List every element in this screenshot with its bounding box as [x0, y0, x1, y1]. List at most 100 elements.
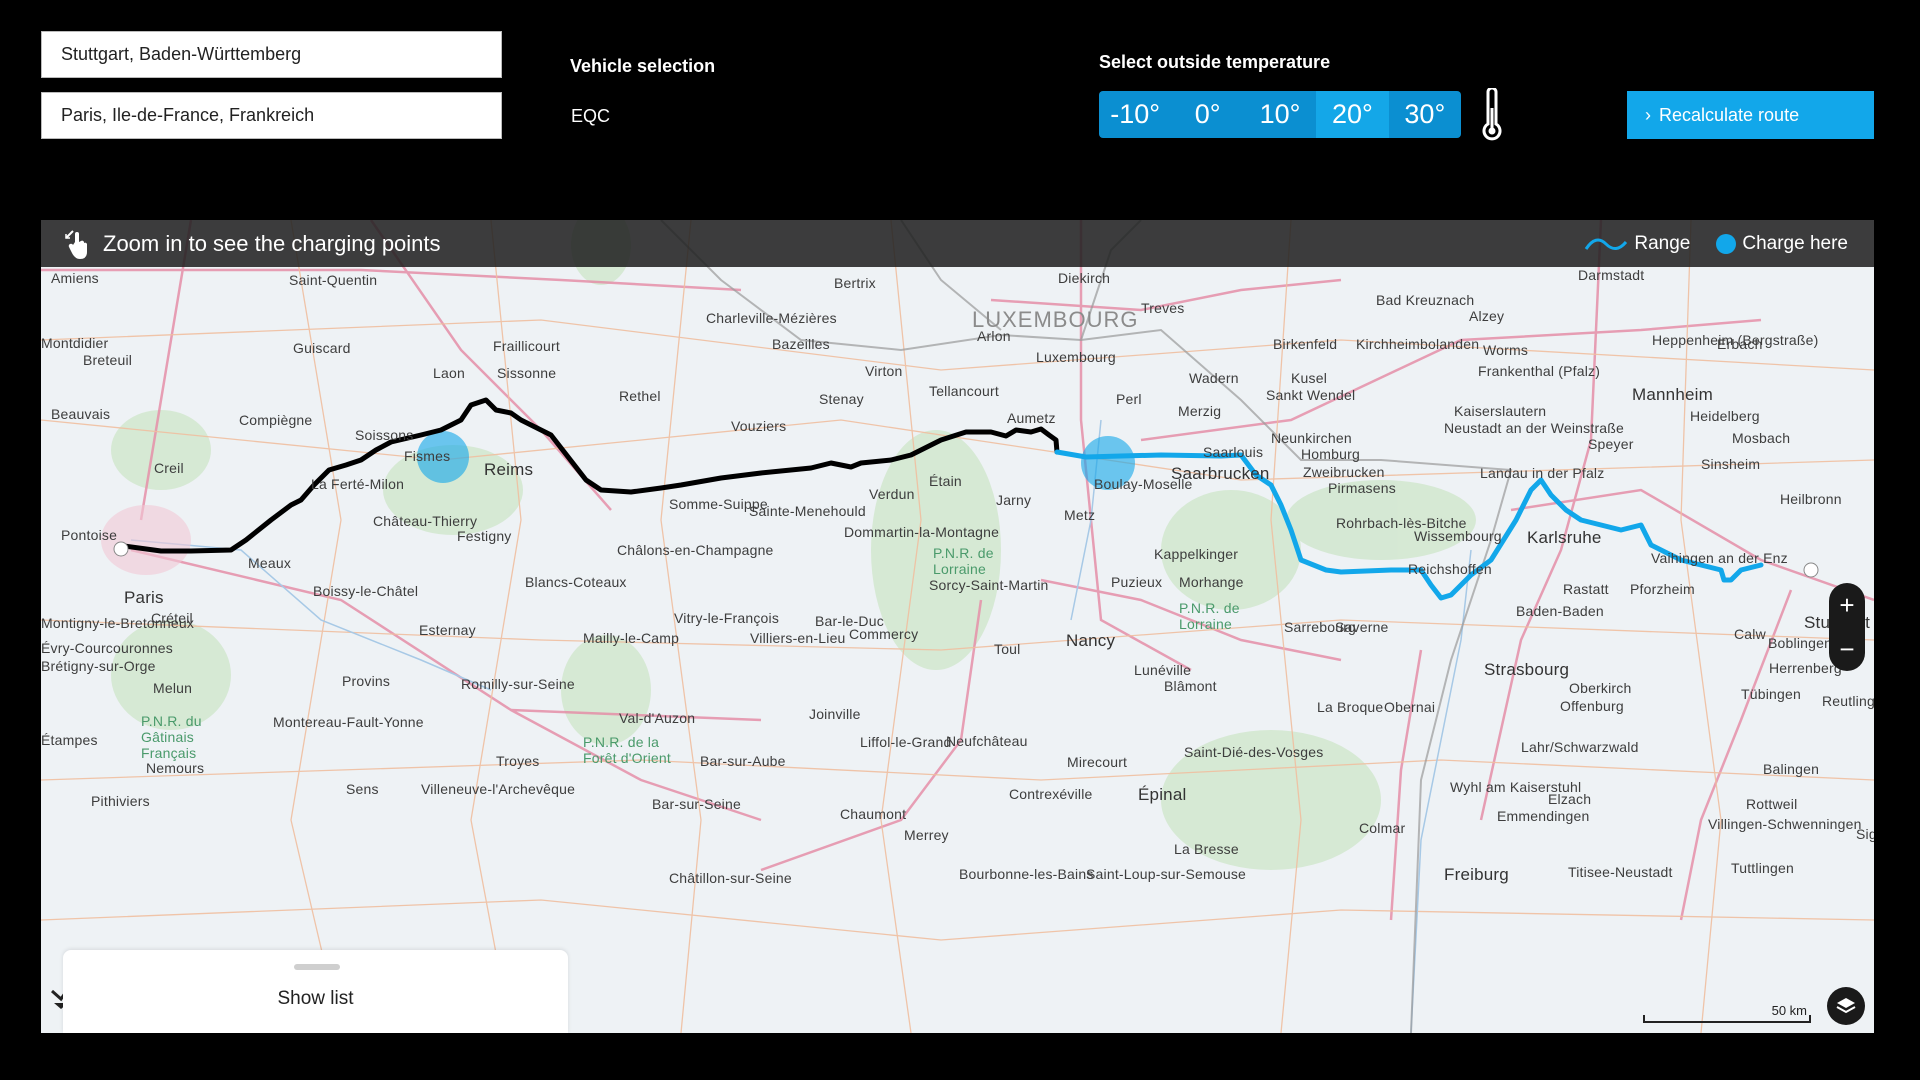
map-place-label: Esternay	[419, 622, 476, 638]
map-place-label: Perl	[1116, 391, 1142, 407]
map-park-label: P.N.R. du Gâtinais Français	[141, 713, 202, 761]
map-place-label: Puzieux	[1111, 574, 1163, 590]
map-place-label: Sissonne	[497, 365, 557, 381]
map-place-label: Contrexéville	[1009, 786, 1093, 802]
map-place-label: Châlons-en-Champagne	[617, 542, 774, 558]
destination-input[interactable]: Paris, Ile-de-France, Frankreich	[41, 92, 502, 139]
map-place-label: Sinsheim	[1701, 456, 1761, 472]
map-place-label: Mailly-le-Camp	[583, 630, 680, 646]
recalculate-route-label: Recalculate route	[1659, 104, 1800, 125]
map-place-label: Châtillon-sur-Seine	[669, 870, 792, 886]
map-place-label: Wadern	[1189, 370, 1239, 386]
map-place-label: Dommartin-la-Montagne	[844, 524, 1000, 540]
map-place-label: Val-d'Auzon	[619, 710, 696, 726]
map-place-label: Étain	[929, 473, 962, 489]
map-place-label: Merzig	[1178, 403, 1222, 419]
map-place-label: Landau in der Pfalz	[1480, 465, 1605, 481]
map-place-label: Neufchâteau	[946, 733, 1028, 749]
recalculate-route-button[interactable]: › Recalculate route	[1627, 91, 1874, 139]
map-place-label: Vitry-le-François	[674, 610, 780, 626]
map-place-label: Provins	[342, 673, 391, 689]
map-place-label: Boblingen	[1768, 635, 1833, 651]
vehicle-selection-value[interactable]: EQC	[571, 106, 610, 127]
map-place-label: Mirecourt	[1067, 754, 1128, 770]
map-place-label: Lunéville	[1134, 662, 1192, 678]
map-place-label: Merrey	[904, 827, 949, 843]
map-country-label: LUXEMBOURG	[972, 307, 1139, 332]
map-legend: Range Charge here	[1584, 220, 1848, 267]
temperature-option[interactable]: 30°	[1389, 91, 1461, 138]
map-place-label: Karlsruhe	[1527, 528, 1602, 547]
map-place-label: Joinville	[809, 706, 861, 722]
temperature-option[interactable]: 10°	[1244, 91, 1316, 138]
map-place-label: Erbach	[1717, 336, 1763, 352]
map-place-label: Château-Thierry	[373, 513, 478, 529]
map-place-label: Rottweil	[1746, 796, 1798, 812]
map-place-label: Calw	[1734, 626, 1766, 642]
map-place-label: Saarlouis	[1203, 444, 1264, 460]
legend-charge-label: Charge here	[1742, 232, 1848, 254]
temperature-option[interactable]: 0°	[1171, 91, 1243, 138]
map-place-label: La Broque	[1317, 699, 1384, 715]
temperature-label: Select outside temperature	[1099, 52, 1331, 72]
map-place-label: Épinal	[1138, 785, 1187, 804]
zoom-control: + −	[1829, 583, 1865, 671]
map-place-label: Wissembourg	[1414, 528, 1502, 544]
map-place-label: Kaiserslautern	[1454, 403, 1547, 419]
map-place-label: Soissons	[355, 427, 414, 443]
map-place-label: Blancs-Coteaux	[525, 574, 627, 590]
sheet-drag-handle[interactable]	[294, 964, 340, 970]
temperature-selector: -10° 0° 10° 20° 30°	[1099, 91, 1461, 138]
map-place-label: Bar-sur-Seine	[652, 796, 741, 812]
range-wave-icon	[1585, 238, 1628, 250]
map-place-label: Sainte-Menehould	[749, 503, 866, 519]
map-place-label: Strasbourg	[1484, 660, 1570, 679]
thermometer-icon	[1482, 88, 1502, 141]
temperature-option-selected[interactable]: 20°	[1316, 91, 1389, 138]
map-place-label: Lahr/Schwarzwald	[1521, 739, 1639, 755]
charge-here-dot-icon	[1716, 233, 1737, 254]
road	[41, 899, 1874, 941]
map-place-label: Reutlingen	[1822, 693, 1874, 709]
map-layers-button[interactable]	[1827, 987, 1865, 1025]
zoom-in-button[interactable]: +	[1839, 590, 1854, 620]
map-place-label: Liffol-le-Grand	[860, 734, 952, 750]
map-place-label: Compiègne	[239, 412, 313, 428]
map-place-label: Rethel	[619, 388, 661, 404]
map-place-label: Villiers-en-Lieu	[750, 630, 846, 646]
map-place-label: Saint-Loup-sur-Semouse	[1086, 866, 1247, 882]
map-place-label: Tübingen	[1741, 686, 1801, 702]
map-view[interactable]: Amiens Saint-Quentin Montdidier Breteuil Gui…	[41, 220, 1874, 1033]
map-place-label: Amiens	[51, 270, 99, 286]
map-place-label: Sankt Wendel	[1266, 387, 1356, 403]
map-place-label: Aumetz	[1007, 410, 1056, 426]
map-place-label: Neunkirchen	[1271, 430, 1352, 446]
map-place-label: Laon	[433, 365, 465, 381]
map-place-label: Virton	[865, 363, 903, 379]
map-place-label: Heidelberg	[1690, 408, 1760, 424]
temperature-option[interactable]: -10°	[1099, 91, 1171, 138]
map-place-label: Luxembourg	[1036, 349, 1116, 365]
map-place-label: Kappelkinger	[1154, 546, 1239, 562]
origin-input[interactable]: Stuttgart, Baden-Württemberg	[41, 31, 502, 78]
map-place-label: Chaumont	[840, 806, 907, 822]
route-start-marker	[113, 541, 129, 557]
map-place-label: Tellancourt	[929, 383, 999, 399]
map-place-label: Meaux	[248, 555, 292, 571]
map-place-label: Morhange	[1179, 574, 1244, 590]
map-park-label: P.N.R. de Lorraine	[1179, 600, 1240, 632]
map-place-label: Mosbach	[1732, 430, 1791, 446]
map-place-label: Étampes	[41, 732, 98, 748]
map-place-label: Boissy-le-Châtel	[313, 583, 419, 599]
zoom-out-button[interactable]: −	[1839, 634, 1854, 664]
map-place-label: Offenburg	[1560, 698, 1624, 714]
show-list-button[interactable]: Show list	[63, 988, 568, 1010]
map-place-label: Pirmasens	[1328, 480, 1396, 496]
results-sheet[interactable]: Show list	[63, 950, 568, 1033]
map-place-label: Brétigny-sur-Orge	[41, 658, 156, 674]
scale-bar	[1643, 1015, 1811, 1023]
map-place-label: Rastatt	[1563, 581, 1609, 597]
map-place-label: Tuttlingen	[1731, 860, 1794, 876]
map-place-label: Mannheim	[1632, 385, 1713, 404]
map-place-label: Guiscard	[293, 340, 351, 356]
